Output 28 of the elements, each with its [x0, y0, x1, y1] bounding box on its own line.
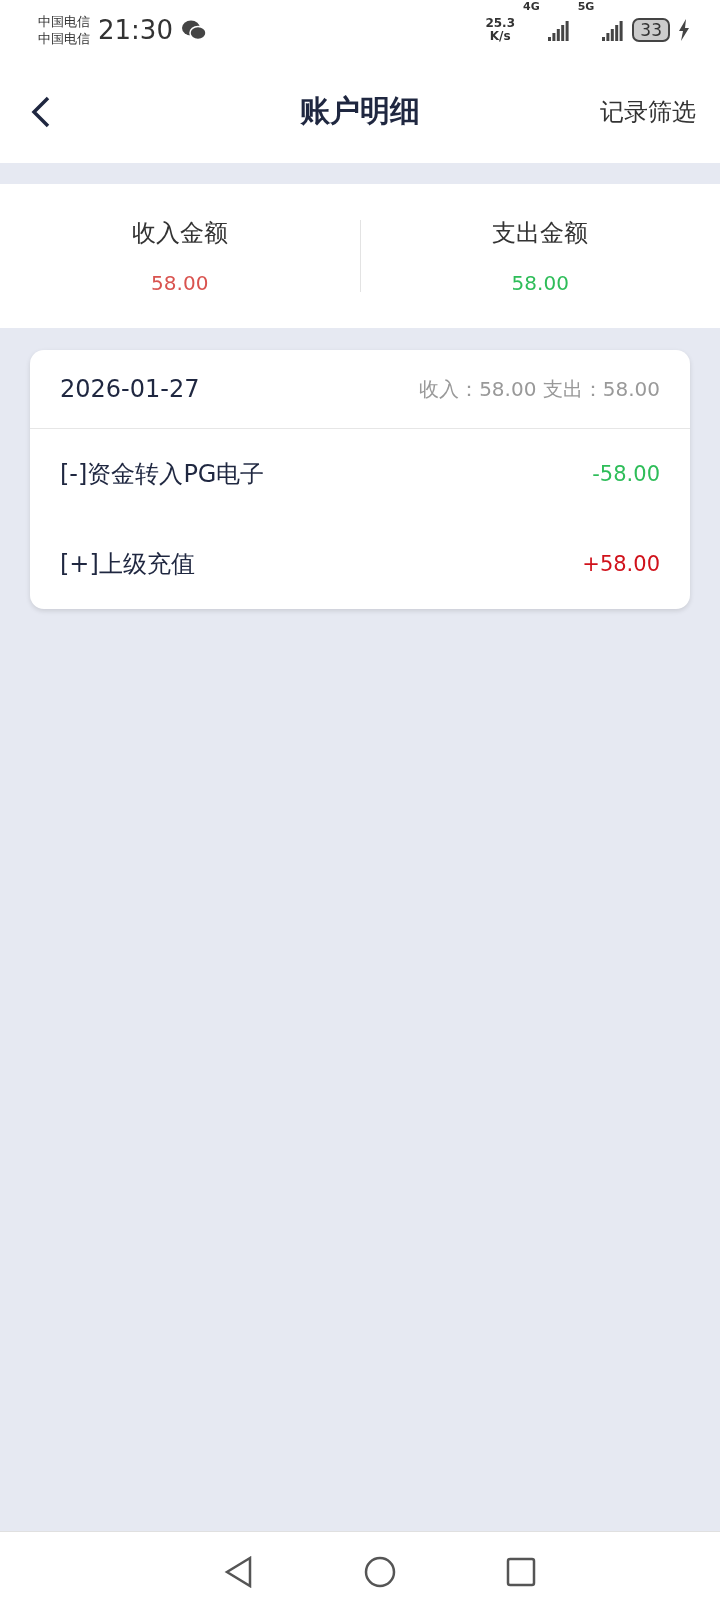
home-icon[interactable]	[364, 1556, 396, 1588]
network-label: 4G	[523, 0, 540, 13]
charging-icon	[678, 19, 690, 41]
chat-icon	[180, 19, 207, 41]
summary-label: 支出金额	[492, 218, 589, 249]
page-title: 账户明细	[300, 92, 420, 130]
battery-level: 33	[632, 18, 670, 42]
entry-amount: -58.00	[592, 462, 660, 486]
entry-amount: +58.00	[582, 552, 660, 576]
clock-time: 21:30	[98, 15, 173, 45]
net-speed: 25.3	[485, 17, 515, 30]
summary-label: 收入金额	[131, 218, 228, 249]
signal-icon	[602, 19, 625, 41]
back-icon[interactable]	[30, 94, 52, 129]
signal-icon	[547, 19, 570, 41]
entry-label: [+]上级充值	[60, 549, 195, 580]
network-label: 5G	[577, 0, 595, 13]
summary-amount: 58.00	[511, 271, 569, 295]
date-label: 2026-01-27	[60, 375, 200, 403]
net-unit: K/s	[489, 30, 511, 43]
carrier-name: 中国电信	[38, 30, 90, 47]
back-icon[interactable]	[224, 1556, 254, 1588]
recents-icon[interactable]	[506, 1557, 536, 1587]
summary-amount: 58.00	[151, 271, 209, 295]
entry-label: [-]资金转入PG电子	[60, 459, 265, 490]
carrier-name: 中国电信	[38, 13, 90, 30]
filter-link[interactable]: 记录筛选	[600, 95, 696, 128]
day-totals: 收入：58.00 支出：58.00	[419, 375, 660, 403]
